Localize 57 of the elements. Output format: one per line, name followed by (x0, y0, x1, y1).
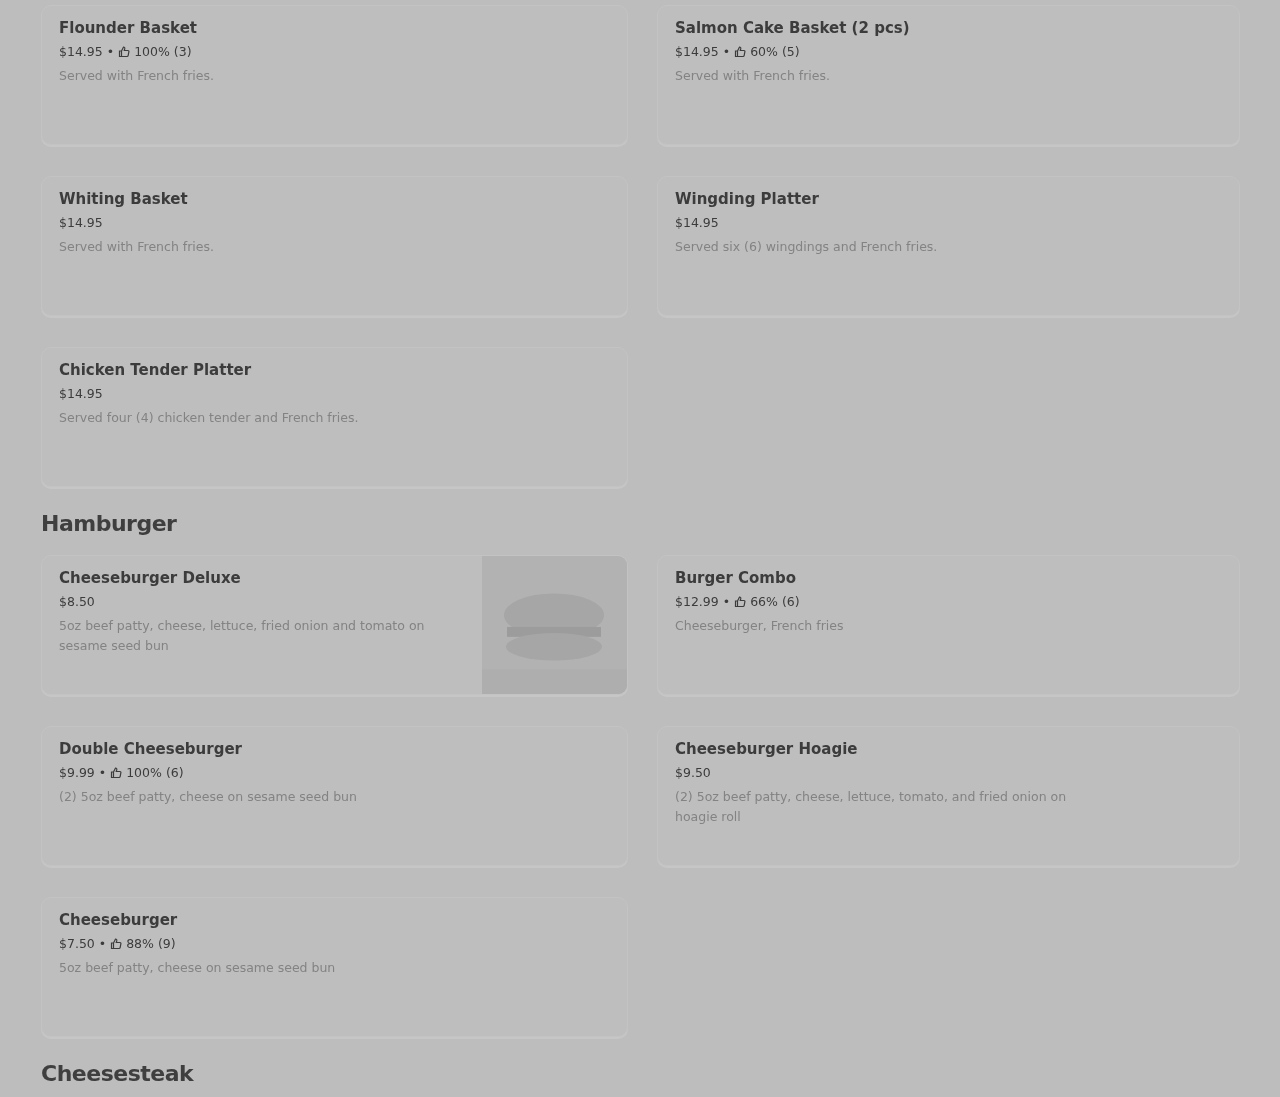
item-name: Flounder Basket (59, 18, 198, 38)
item-price: $14.95 (675, 43, 719, 61)
separator: • (722, 593, 731, 611)
item-rating: 66% (6) (750, 593, 800, 611)
item-name: Cheeseburger Deluxe (59, 568, 242, 588)
item-name: Chicken Tender Platter (59, 360, 253, 380)
item-name: Whiting Basket (59, 189, 189, 209)
section-heading: Cheesesteak (41, 1060, 195, 1088)
item-price: $9.99 (59, 764, 95, 782)
thumbs-up-icon (734, 596, 747, 608)
thumbs-up-icon (734, 46, 747, 58)
menu-item-card[interactable]: Whiting Basket $14.95 Served with French fries. (41, 176, 628, 316)
item-price: $7.50 (59, 935, 95, 953)
item-name: Burger Combo (675, 568, 798, 588)
item-description: Served with French fries. (59, 67, 215, 85)
item-description: Served with French fries. (59, 238, 215, 256)
menu-item-card[interactable]: Cheeseburger Hoagie $9.50 (2) 5oz beef patty, cheese, lettuce, tomato, and fried onion on hoagie roll (657, 726, 1240, 866)
menu-item-card[interactable]: Burger Combo $12.99 • 66% (6) Cheeseburger, French fries (657, 555, 1240, 695)
item-description: (2) 5oz beef patty, cheese on sesame seed bun (59, 788, 358, 806)
item-price: $14.95 (59, 43, 103, 61)
menu-item-card[interactable]: Cheeseburger $7.50 • 88% (9) 5oz beef patty, cheese on sesame seed bun (41, 897, 628, 1037)
separator: • (98, 764, 107, 782)
menu-item-card[interactable]: Chicken Tender Platter $14.95 Served four (4) chicken tender and French fries. (41, 347, 628, 487)
menu-item-card[interactable]: Cheeseburger Deluxe $8.50 5oz beef patty, cheese, lettuce, fried onion and tomato on sesame seed bun (41, 555, 628, 695)
menu-item-card[interactable]: Flounder Basket $14.95 • 100% (3) Served with French fries. (41, 5, 628, 145)
item-description: Served four (4) chicken tender and French fries. (59, 409, 360, 427)
menu-item-card[interactable]: Wingding Platter $14.95 Served six (6) wingdings and French fries. (657, 176, 1240, 316)
item-name: Salmon Cake Basket (2 pcs) (675, 18, 911, 38)
item-price: $8.50 (59, 593, 95, 611)
separator: • (722, 43, 731, 61)
item-rating: 88% (9) (126, 935, 176, 953)
separator: • (106, 43, 115, 61)
item-price: $14.95 (675, 214, 719, 232)
item-name: Cheeseburger Hoagie (675, 739, 859, 759)
item-description: Served six (6) wingdings and French fries. (675, 238, 939, 256)
item-price: $14.95 (59, 385, 103, 403)
menu-item-card[interactable]: Double Cheeseburger $9.99 • 100% (6) (2) 5oz beef patty, cheese on sesame seed bun (41, 726, 628, 866)
item-description: Cheeseburger, French fries (675, 617, 845, 635)
item-description: (2) 5oz beef patty, cheese, lettuce, tomato, and fried onion on hoagie roll (675, 788, 1068, 826)
item-rating: 100% (3) (134, 43, 192, 61)
item-price: $9.50 (675, 764, 711, 782)
item-description: 5oz beef patty, cheese, lettuce, fried onion and tomato on sesame seed bun (59, 617, 426, 655)
menu-item-card[interactable]: Salmon Cake Basket (2 pcs) $14.95 • 60% (5) Served with French fries. (657, 5, 1240, 145)
item-rating: 60% (5) (750, 43, 800, 61)
item-name: Cheeseburger (59, 910, 179, 930)
thumbs-up-icon (118, 46, 131, 58)
separator: • (98, 935, 107, 953)
item-name: Wingding Platter (675, 189, 820, 209)
item-description: 5oz beef patty, cheese on sesame seed bun (59, 959, 337, 977)
thumbs-up-icon (110, 767, 123, 779)
section-heading: Hamburger (41, 510, 178, 538)
item-price: $12.99 (675, 593, 719, 611)
item-name: Double Cheeseburger (59, 739, 243, 759)
item-rating: 100% (6) (126, 764, 184, 782)
item-description: Served with French fries. (675, 67, 831, 85)
thumbs-up-icon (110, 938, 123, 950)
item-price: $14.95 (59, 214, 103, 232)
